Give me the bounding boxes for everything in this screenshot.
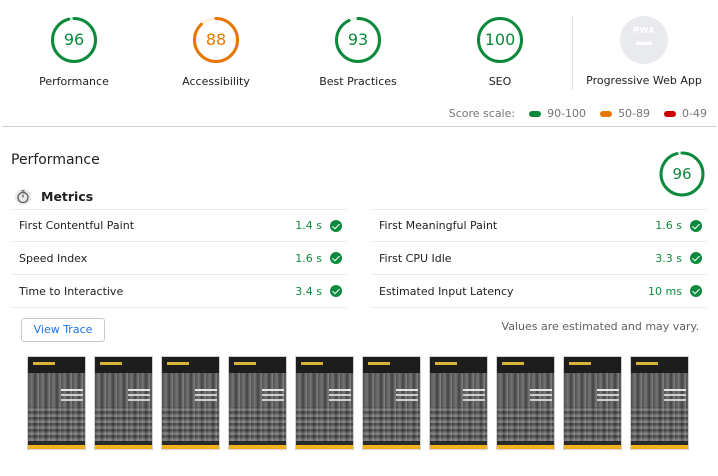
gauge-pwa[interactable]: PWA Progressive Web App bbox=[573, 15, 715, 87]
gauge-label: Performance bbox=[39, 75, 109, 88]
score-range-label: 50-89 bbox=[618, 107, 651, 120]
pass-swatch-icon bbox=[529, 110, 542, 117]
pwa-badge-icon: PWA bbox=[620, 16, 668, 64]
gauge-label: SEO bbox=[488, 75, 512, 88]
stopwatch-icon bbox=[15, 189, 31, 205]
view-trace-button[interactable]: View Trace bbox=[21, 318, 105, 342]
gauge-performance[interactable]: 96 Performance bbox=[3, 15, 145, 88]
check-circle-icon bbox=[330, 219, 342, 232]
metric-row: Speed Index 1.6 s bbox=[11, 242, 347, 275]
metric-label: Time to Interactive bbox=[19, 284, 124, 298]
filmstrip-frame bbox=[429, 356, 488, 450]
score-scale-average: 50-89 bbox=[600, 107, 650, 120]
gauge-score: 93 bbox=[347, 30, 369, 49]
metric-row: First Meaningful Paint 1.6 s bbox=[371, 209, 707, 242]
metric-row: First Contentful Paint 1.4 s bbox=[11, 209, 347, 242]
estimate-note: Values are estimated and may vary. bbox=[501, 320, 699, 333]
metric-value: 10 ms bbox=[648, 284, 682, 298]
average-swatch-icon bbox=[600, 110, 613, 117]
filmstrip-frame bbox=[27, 356, 86, 450]
gauge-score: 88 bbox=[205, 30, 227, 49]
metric-label: Speed Index bbox=[19, 251, 88, 265]
metric-value: 1.4 s bbox=[295, 219, 322, 232]
filmstrip-frame bbox=[563, 356, 622, 450]
score-scale-pass: 90-100 bbox=[529, 107, 586, 120]
metric-row: First CPU Idle 3.3 s bbox=[371, 242, 707, 275]
gauge-label: Progressive Web App bbox=[586, 74, 702, 87]
fail-swatch-icon bbox=[664, 110, 677, 117]
metrics-header: Metrics bbox=[14, 187, 93, 205]
metric-label: Estimated Input Latency bbox=[379, 284, 514, 298]
filmstrip-frame bbox=[496, 356, 555, 450]
metric-label: First Meaningful Paint bbox=[379, 219, 498, 232]
gauge-seo[interactable]: 100 SEO bbox=[429, 15, 571, 88]
performance-score-gauge: 96 bbox=[658, 150, 706, 198]
metric-value: 1.6 s bbox=[295, 251, 322, 265]
filmstrip-frame bbox=[94, 356, 153, 450]
filmstrip-frame bbox=[362, 356, 421, 450]
check-circle-icon bbox=[690, 219, 702, 232]
check-circle-icon bbox=[690, 252, 702, 264]
filmstrip-frame bbox=[295, 356, 354, 450]
metric-label: First Contentful Paint bbox=[19, 219, 135, 232]
metric-value: 3.3 s bbox=[655, 251, 682, 265]
score-range-label: 0-49 bbox=[682, 107, 707, 120]
metric-row: Estimated Input Latency 10 ms bbox=[371, 275, 707, 308]
gauge-label: Accessibility bbox=[182, 75, 250, 88]
score-scale-title: Score scale: bbox=[448, 107, 516, 120]
score-scale: Score scale: 90-100 50-89 0-49 bbox=[449, 107, 707, 120]
filmstrip-frame bbox=[630, 356, 689, 450]
gauge-best-practices[interactable]: 93 Best Practices bbox=[287, 15, 429, 88]
performance-section-title: Performance bbox=[11, 152, 100, 168]
metric-value: 1.6 s bbox=[655, 219, 682, 232]
gauge-score: 100 bbox=[484, 30, 516, 49]
metric-row: Time to Interactive 3.4 s bbox=[11, 275, 347, 308]
score-scale-fail: 0-49 bbox=[664, 107, 707, 120]
gauge-ring: 88 bbox=[191, 15, 241, 65]
gauge-accessibility[interactable]: 88 Accessibility bbox=[145, 15, 287, 88]
performance-score: 96 bbox=[672, 165, 692, 183]
check-circle-icon bbox=[330, 252, 342, 264]
filmstrip bbox=[27, 356, 697, 450]
category-gauges: 96 Performance 88 Accessibility 93 Best … bbox=[0, 0, 718, 126]
filmstrip-frame bbox=[161, 356, 220, 450]
metrics-title: Metrics bbox=[41, 188, 94, 204]
metric-label: First CPU Idle bbox=[379, 251, 452, 265]
gauge-ring: 100 bbox=[475, 15, 525, 65]
gauge-score: 96 bbox=[63, 30, 85, 49]
gauge-label: Best Practices bbox=[319, 75, 397, 88]
check-circle-icon bbox=[330, 285, 342, 297]
gauge-ring: 93 bbox=[333, 15, 383, 65]
score-range-label: 90-100 bbox=[547, 107, 587, 120]
pwa-badge-text: PWA bbox=[632, 26, 656, 35]
section-divider bbox=[2, 126, 716, 127]
metric-value: 3.4 s bbox=[295, 284, 322, 298]
filmstrip-frame bbox=[228, 356, 287, 450]
pwa-badge-dash bbox=[636, 42, 652, 45]
check-circle-icon bbox=[690, 285, 702, 297]
gauge-ring: 96 bbox=[49, 15, 99, 65]
